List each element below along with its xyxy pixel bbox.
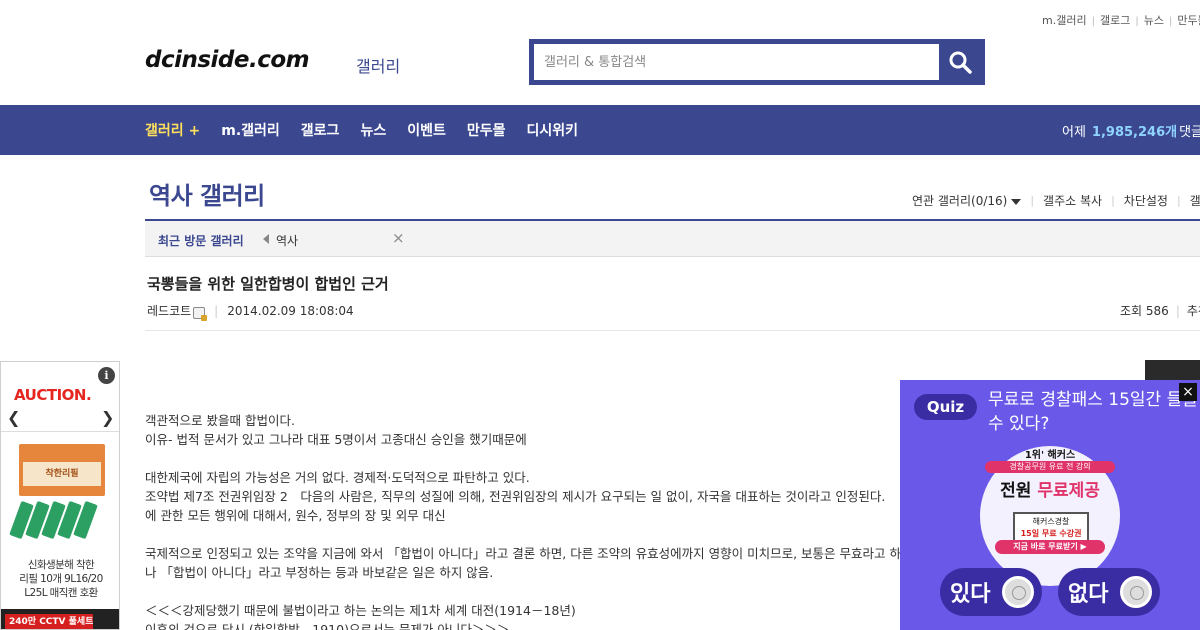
chevron-left-icon[interactable]: ❮	[7, 408, 20, 427]
related-gallery-label: 연관 갤러리(0/16)	[912, 194, 1008, 208]
post-views: 조회 586	[1120, 304, 1169, 318]
nav-item-mandumall[interactable]: 만두몰	[467, 120, 506, 140]
voucher-line: 15일 무료 수강권	[1020, 529, 1082, 538]
fixed-nick-icon	[193, 306, 208, 321]
info-icon[interactable]: i	[98, 367, 115, 384]
post-stats: 조회 586 | 추천	[1120, 302, 1200, 319]
nav-item-gallog[interactable]: 갤로그	[301, 120, 340, 140]
nav-stats: 어제 1,985,246개 댓글	[1062, 105, 1200, 155]
product-packs-image[interactable]	[9, 500, 111, 546]
stats-suffix: 댓글	[1179, 124, 1200, 140]
chevron-right-icon[interactable]: ❯	[101, 408, 114, 427]
left-ad-banner[interactable]: i AUCTION. ❮ ❯ 착한리필 신화생분해 착한 리필 10개 9L16…	[0, 361, 120, 630]
quiz-yes-label: 있다	[950, 582, 991, 607]
quiz-main-b: 무료제공	[1037, 481, 1100, 501]
quiz-subtitle: 경찰공무원 유료 전 강의	[985, 461, 1115, 473]
logo-gallery-label[interactable]: 갤러리	[356, 53, 400, 77]
close-icon[interactable]: ×	[1179, 383, 1197, 401]
separator: |	[214, 303, 219, 318]
post-date: 2014.02.09 18:08:04	[227, 303, 354, 318]
nav-item-event[interactable]: 이벤트	[407, 120, 446, 140]
quiz-badge: Quiz	[914, 394, 977, 420]
post-divider	[145, 330, 1200, 331]
post-meta: 레드코트 | 2014.02.09 18:08:04	[147, 302, 354, 321]
gallery-title[interactable]: 역사 갤러리	[149, 176, 265, 211]
separator: |	[1176, 194, 1181, 207]
search-button[interactable]	[939, 44, 980, 80]
recent-visited-bar: 최근 방문 갤러리 역사 ×	[145, 221, 1200, 257]
top-utility-links: m.갤러리 | 갤로그 | 뉴스 | 만두몰	[1042, 12, 1200, 28]
block-settings-button[interactable]: 차단설정	[1124, 192, 1168, 209]
product-description[interactable]: 신화생분해 착한 리필 10개 9L16/20 L25L 매직캔 호환	[1, 558, 119, 600]
caret-left-icon[interactable]	[263, 234, 269, 244]
chevron-down-icon	[1011, 198, 1022, 205]
quiz-no-label: 없다	[1068, 582, 1109, 607]
nav-item-dcwiki[interactable]: 디시위키	[526, 120, 578, 140]
recent-item-history[interactable]: 역사	[276, 232, 298, 249]
post-author[interactable]: 레드코트	[147, 302, 191, 319]
gallery-tools: 연관 갤러리(0/16) | 갤주소 복사 | 차단설정 | 갤러리	[912, 192, 1200, 209]
ad-next-item-strip[interactable]: 240만 CCTV 풀세트	[1, 609, 119, 629]
top-link-m-gallery[interactable]: m.갤러리	[1042, 14, 1087, 27]
nav-items: 갤러리 + m.갤러리 갤로그 뉴스 이벤트 만두몰 디시위키	[145, 105, 599, 155]
quiz-question: 무료로 경찰패스 15일간 들을 수 있다?	[988, 390, 1198, 434]
radio-icon	[1120, 576, 1152, 608]
quiz-ad[interactable]: Quiz 무료로 경찰패스 15일간 들을 수 있다? × 1위' 해커스 경찰…	[900, 380, 1200, 630]
search-icon	[949, 51, 972, 74]
quiz-cta-button[interactable]: 지금 바로 무료받기 ▶	[995, 540, 1105, 554]
main-nav: 갤러리 + m.갤러리 갤로그 뉴스 이벤트 만두몰 디시위키 어제 1,985…	[0, 105, 1200, 155]
post-recommend: 추천	[1186, 304, 1200, 318]
product-desc-line: L25L 매직캔 호환	[24, 587, 98, 599]
quiz-main-text: 전원 무료제공	[985, 476, 1115, 501]
search-input[interactable]	[534, 44, 939, 80]
ad-divider	[1, 431, 119, 432]
search-box	[529, 39, 985, 85]
separator: |	[1168, 16, 1173, 27]
copy-gallery-url-button[interactable]: 갤주소 복사	[1043, 192, 1102, 209]
separator: |	[1111, 194, 1115, 207]
ad-next-item-label: 240만 CCTV 풀세트	[5, 614, 93, 629]
gallery-info-button[interactable]: 갤러리	[1190, 192, 1200, 209]
separator: |	[1030, 194, 1035, 207]
stats-prefix: 어제	[1062, 124, 1086, 140]
nav-item-m-gallery[interactable]: m.갤러리	[221, 120, 280, 140]
quiz-brand: 1위' 해커스	[1024, 450, 1076, 461]
separator: |	[1091, 16, 1095, 27]
stats-count: 1,985,246개	[1091, 124, 1178, 140]
product-desc-line: 리필 10개 9L16/20	[19, 573, 103, 585]
separator: |	[1175, 304, 1180, 318]
separator: |	[1135, 16, 1139, 27]
quiz-yes-button[interactable]: 있다	[940, 568, 1042, 616]
product-box-image[interactable]: 착한리필	[19, 444, 105, 496]
ad-banner-edge[interactable]	[1145, 360, 1200, 382]
auction-logo[interactable]: AUCTION.	[14, 386, 92, 404]
top-link-gallog[interactable]: 갤로그	[1100, 14, 1130, 27]
close-icon[interactable]: ×	[392, 229, 405, 247]
site-logo[interactable]: dcinside.com	[145, 47, 310, 73]
product-box-label: 착한리필	[23, 462, 101, 486]
nav-item-news[interactable]: 뉴스	[360, 120, 386, 140]
recent-visited-label: 최근 방문 갤러리	[158, 234, 244, 248]
nav-item-gallery[interactable]: 갤러리 +	[145, 120, 200, 140]
quiz-main-a: 전원	[1000, 481, 1038, 501]
post-title: 국뽕들을 위한 일한합병이 합법인 근거	[147, 275, 389, 293]
page: m.갤러리 | 갤로그 | 뉴스 | 만두몰 dcinside.com 갤러리 갤러리 + …	[0, 0, 1200, 630]
top-link-mandumall[interactable]: 만두몰	[1177, 14, 1200, 27]
product-desc-line: 신화생분해 착한	[27, 559, 95, 571]
radio-icon	[1002, 576, 1034, 608]
related-gallery-button[interactable]: 연관 갤러리(0/16)	[912, 192, 1022, 209]
voucher-line: 해커스경찰	[1032, 517, 1070, 526]
top-link-news[interactable]: 뉴스	[1144, 14, 1164, 27]
quiz-no-button[interactable]: 없다	[1058, 568, 1160, 616]
